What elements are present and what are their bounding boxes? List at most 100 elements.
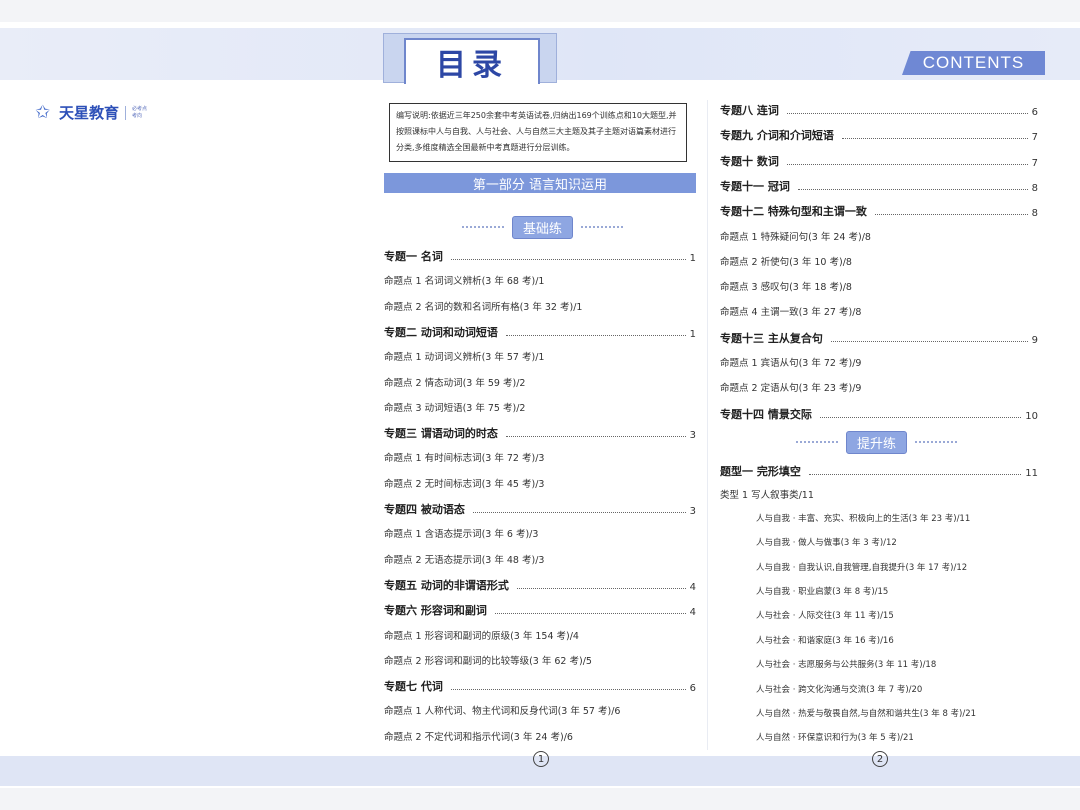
- toc-page-number: 1: [689, 328, 696, 340]
- toc-subentry: 命题点 1 名词词义辨析(3 年 68 考)/1: [384, 273, 696, 287]
- toc-entry-label: 专题七 代词: [384, 680, 443, 694]
- toc-entry-label: 专题四 被动语态: [384, 503, 465, 516]
- toc-entry-label: 命题点 2 不定代词和指示代词(3 年 24 考)/6: [384, 731, 573, 743]
- toc-subentry: 命题点 3 动词短语(3 年 75 考)/2: [384, 400, 696, 414]
- compilation-notice: 编写说明:依据近三年250余套中考英语试卷,归纳出169个训练点和10大题型,并…: [389, 103, 687, 162]
- toc-page-number: 4: [689, 581, 696, 593]
- dot-leader: [516, 587, 686, 589]
- toc-topic-entry: 专题二 动词和动词短语 1: [384, 324, 696, 340]
- toc-entry-label: 专题五 动词的非谓语形式: [384, 578, 509, 592]
- title-frame: 目录: [404, 38, 540, 84]
- toc-entry-label: 命题点 2 形容词和副词的比较等级(3 年 62 考)/5: [384, 655, 592, 667]
- toc-entry-label: 专题二 动词和动词短语: [384, 325, 498, 339]
- toc-page-number: 3: [689, 506, 696, 517]
- toc-right-column-top: 专题八 连词 6 专题九 介词和介词短语 7 专题十 数词 7 专题十一 冠词 8 专题十二 特…: [720, 102, 1038, 422]
- toc-topic-entry: 题型一 完形填空 11: [720, 463, 1038, 479]
- toc-subentry: 人与自我 · 自我认识,自我管理,自我提升(3 年 17 考)/12: [720, 561, 1074, 573]
- toc-entry-label: 命题点 2 无时间标志词(3 年 45 考)/3: [384, 478, 545, 490]
- dot-leader: [797, 188, 1028, 190]
- toc-entry-label: 专题十三 主从复合句: [720, 331, 823, 345]
- toc-subentry: 人与自我 · 丰富、充实、积极向上的生活(3 年 23 考)/11: [720, 512, 1074, 524]
- toc-subentry: 人与自我 · 职业启蒙(3 年 8 考)/15: [720, 585, 1074, 597]
- divider-dots: [796, 441, 838, 443]
- brand-logo: ✩ 天星教育 必考点 考向: [35, 102, 147, 123]
- contents-banner: CONTENTS: [902, 51, 1045, 75]
- toc-subentry: 命题点 1 宾语从句(3 年 72 考)/9: [720, 355, 1038, 369]
- toc-subentry: 命题点 1 含语态提示词(3 年 6 考)/3: [384, 526, 696, 540]
- toc-entry-label: 人与社会 · 志愿服务与公共服务(3 年 11 考)/18: [756, 660, 937, 671]
- toc-subentry: 人与社会 · 和谐家庭(3 年 16 考)/16: [720, 634, 1074, 646]
- toc-entry-label: 命题点 1 形容词和副词的原级(3 年 154 考)/4: [384, 630, 579, 642]
- section-advanced: 提升练: [796, 430, 958, 454]
- toc-subentry: 命题点 4 主谓一致(3 年 27 考)/8: [720, 304, 1038, 318]
- toc-topic-entry: 专题八 连词 6: [720, 102, 1038, 118]
- toc-page-number: 11: [1025, 468, 1038, 479]
- section-advanced-label: 提升练: [846, 430, 908, 454]
- toc-entry-label: 专题十 数词: [720, 154, 779, 168]
- logo-subtitle-line-1: 必考点: [132, 105, 148, 112]
- logo-text: 天星教育: [59, 104, 120, 122]
- title-tab: 目录: [383, 33, 557, 84]
- toc-entry-label: 专题三 谓语动词的时态: [384, 427, 498, 441]
- toc-entry-label: 人与自我 · 职业启蒙(3 年 8 考)/15: [756, 587, 889, 597]
- dot-leader: [494, 613, 686, 615]
- toc-entry-label: 专题一 名词: [384, 250, 443, 263]
- toc-entry-label: 题型一 完形填空: [720, 465, 801, 478]
- divider-dots: [462, 226, 504, 228]
- toc-subentry: 命题点 1 特殊疑问句(3 年 24 考)/8: [720, 229, 1038, 243]
- toc-subentry: 命题点 1 动词词义辨析(3 年 57 考)/1: [384, 349, 696, 363]
- toc-entry-label: 命题点 1 名词词义辨析(3 年 68 考)/1: [384, 276, 545, 288]
- toc-subentry: 人与社会 · 志愿服务与公共服务(3 年 11 考)/18: [720, 658, 1074, 670]
- section-basic: 基础练: [462, 215, 624, 239]
- toc-entry-label: 命题点 1 特殊疑问句(3 年 24 考)/8: [720, 231, 871, 243]
- dot-leader: [450, 259, 686, 260]
- toc-subentry: 命题点 2 名词的数和名词所有格(3 年 32 考)/1: [384, 299, 696, 313]
- toc-subentry: 人与自然 · 热爱与敬畏自然,与自然和谐共生(3 年 8 考)/21: [720, 707, 1074, 719]
- dot-leader: [505, 436, 686, 438]
- toc-topic-entry: 专题十 数词 7: [720, 153, 1038, 169]
- toc-entry-label: 类型 1 写人叙事类/11: [720, 490, 814, 502]
- logo-divider: [125, 105, 127, 120]
- toc-subentry: 命题点 2 情态动词(3 年 59 考)/2: [384, 375, 696, 389]
- toc-subentry: 命题点 1 人称代词、物主代词和反身代词(3 年 57 考)/6: [384, 703, 696, 717]
- toc-page-number: 7: [1031, 157, 1038, 169]
- toc-subentry: 命题点 2 无语态提示词(3 年 48 考)/3: [384, 552, 696, 566]
- dot-leader: [786, 163, 1028, 165]
- toc-topic-entry: 专题一 名词 1: [384, 248, 696, 264]
- toc-subentry: 人与社会 · 人际交往(3 年 11 考)/15: [720, 609, 1074, 621]
- toc-subentry: 命题点 1 有时间标志词(3 年 72 考)/3: [384, 450, 696, 464]
- page-number-right: 2: [872, 751, 888, 767]
- toc-page-number: 6: [1031, 107, 1038, 118]
- toc-entry-label: 命题点 2 祈使句(3 年 10 考)/8: [720, 256, 852, 268]
- toc-topic-entry: 专题十四 情景交际 10: [720, 406, 1038, 422]
- toc-page-number: 7: [1031, 132, 1038, 144]
- toc-topic-entry: 专题四 被动语态 3: [384, 501, 696, 517]
- toc-entry-label: 专题十二 特殊句型和主谓一致: [720, 205, 867, 219]
- toc-entry-label: 命题点 4 主谓一致(3 年 27 考)/8: [720, 307, 862, 319]
- toc-entry-label: 专题八 连词: [720, 104, 779, 117]
- toc-subentry: 命题点 3 感叹句(3 年 18 考)/8: [720, 279, 1038, 293]
- toc-subentry: 命题点 1 形容词和副词的原级(3 年 154 考)/4: [384, 628, 696, 642]
- divider-dots: [915, 441, 958, 443]
- dot-leader: [841, 138, 1028, 140]
- toc-entry-label: 专题六 形容词和副词: [384, 604, 487, 618]
- toc-topic-entry: 专题三 谓语动词的时态 3: [384, 425, 696, 441]
- toc-subentry: 类型 1 写人叙事类/11: [720, 487, 1038, 501]
- toc-entry-label: 专题九 介词和介词短语: [720, 129, 834, 143]
- toc-subentry: 命题点 2 祈使句(3 年 10 考)/8: [720, 254, 1038, 268]
- dot-leader: [830, 340, 1028, 342]
- toc-subentry: 人与自我 · 做人与做事(3 年 3 考)/12: [720, 536, 1074, 548]
- toc-subentry: 命题点 2 定语从句(3 年 23 考)/9: [720, 380, 1038, 394]
- dot-leader: [450, 689, 686, 691]
- dot-leader: [819, 416, 1022, 418]
- page-number-left: 1: [533, 751, 549, 767]
- star-icon: ✩: [35, 101, 51, 123]
- toc-page-number: 9: [1031, 334, 1038, 346]
- toc-topic-entry: 专题五 动词的非谓语形式 4: [384, 577, 696, 593]
- toc-entry-label: 命题点 2 定语从句(3 年 23 考)/9: [720, 383, 862, 395]
- toc-page-number: 4: [689, 607, 696, 619]
- toc-entry-label: 人与社会 · 跨文化沟通与交流(3 年 7 考)/20: [756, 684, 923, 695]
- toc-subentry: 命题点 2 形容词和副词的比较等级(3 年 62 考)/5: [384, 653, 696, 667]
- section-basic-label: 基础练: [512, 215, 574, 239]
- toc-subentry: 命题点 2 无时间标志词(3 年 45 考)/3: [384, 476, 696, 490]
